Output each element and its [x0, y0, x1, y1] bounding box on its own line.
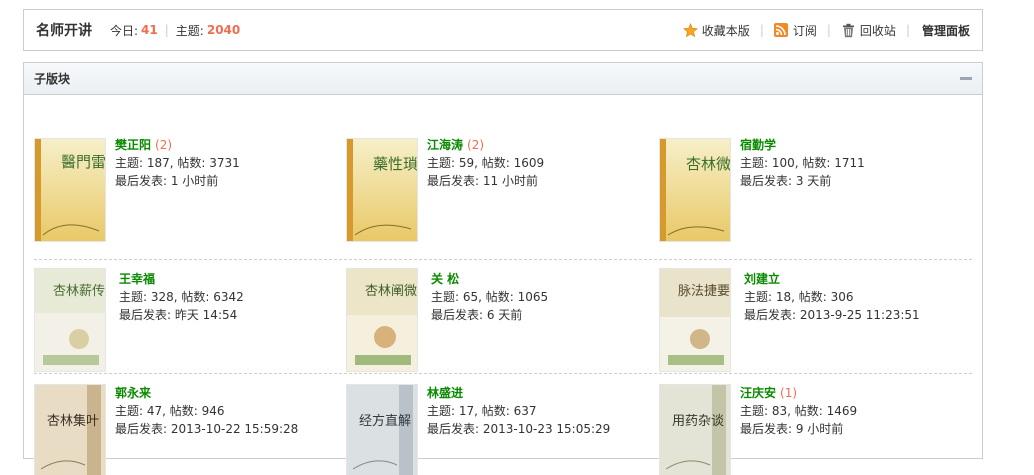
- subforum-info: 汪庆安 (1) 主题: 83, 帖数: 1469 最后发表: 9 小时前: [740, 384, 857, 438]
- forum-name-link[interactable]: 王幸福: [119, 272, 155, 286]
- action-divider: |: [905, 23, 910, 37]
- forum-name-link[interactable]: 江海涛: [427, 138, 463, 152]
- forum-stats: 主题: 187, 帖数: 3731: [115, 156, 240, 170]
- cover-title: 杏林微探: [686, 155, 731, 173]
- last-post[interactable]: 最后发表: 11 小时前: [427, 172, 544, 190]
- forum-cover-image[interactable]: 用药杂谈: [659, 384, 731, 475]
- forum-name-link[interactable]: 关 松: [431, 272, 459, 286]
- last-post[interactable]: 最后发表: 6 天前: [431, 306, 548, 324]
- forum-name-link[interactable]: 汪庆安: [740, 386, 776, 400]
- topics-label: 主题:: [175, 23, 204, 38]
- last-post[interactable]: 最后发表: 2013-10-22 15:59:28: [115, 420, 298, 438]
- panel-header: 子版块: [24, 63, 982, 95]
- forum-stats: 主题: 17, 帖数: 637: [427, 404, 537, 418]
- subforum-info: 刘建立 主题: 18, 帖数: 306 最后发表: 2013-9-25 11:2…: [744, 270, 920, 324]
- forum-name-link[interactable]: 宿勤学: [740, 138, 776, 152]
- collapse-toggle-icon[interactable]: [960, 77, 972, 80]
- cover-title: 杏林集叶: [47, 413, 99, 429]
- subforum-row: 杏林薪传 王幸福 主题: 328, 帖数: 6342 最后发表: 昨天 14:5…: [34, 259, 972, 377]
- subforum-info: 林盛进 主题: 17, 帖数: 637 最后发表: 2013-10-23 15:…: [427, 384, 610, 438]
- favorite-button[interactable]: 收藏本版: [682, 22, 750, 39]
- forum-name-link[interactable]: 樊正阳: [115, 138, 151, 152]
- forum-cover-image[interactable]: 杏林薪传: [34, 268, 106, 372]
- today-count: 41: [141, 23, 158, 37]
- forum-name-link[interactable]: 林盛进: [427, 386, 463, 400]
- subforum-info: 郭永来 主题: 47, 帖数: 946 最后发表: 2013-10-22 15:…: [115, 384, 298, 438]
- forum-stats: 主题: 100, 帖数: 1711: [740, 156, 865, 170]
- cover-title: 藥性瑣談: [373, 155, 418, 173]
- forum-cover-image[interactable]: 藥性瑣談: [346, 138, 418, 242]
- trash-icon: [841, 23, 856, 38]
- today-label: 今日:: [110, 23, 139, 38]
- last-post[interactable]: 最后发表: 3 天前: [740, 172, 865, 190]
- forum-title: 名师开讲: [36, 23, 92, 39]
- subforum-row: 醫門雷眼 樊正阳 (2) 主题: 187, 帖数: 3731 最后发表: 1 小时…: [34, 136, 972, 254]
- forum-cover-image[interactable]: 杏林阐微: [346, 268, 418, 372]
- cover-title: 经方直解: [359, 413, 411, 429]
- last-post[interactable]: 最后发表: 昨天 14:54: [119, 306, 244, 324]
- forum-header: 名师开讲 今日: 41 | 主题: 2040 收藏本版 | 订阅 | 回收站 |…: [23, 9, 983, 51]
- cover-title: 用药杂谈: [672, 414, 724, 429]
- subforum-info: 宿勤学 主题: 100, 帖数: 1711 最后发表: 3 天前: [740, 136, 865, 190]
- recycle-bin-label: 回收站: [859, 23, 896, 38]
- subforum-panel: 子版块 醫門雷眼 樊正阳 (2) 主题: 187, 帖数: 3731: [23, 62, 983, 475]
- forum-stats: 主题: 83, 帖数: 1469: [740, 404, 858, 418]
- cover-title: 杏林薪传: [53, 284, 105, 299]
- last-post[interactable]: 最后发表: 2013-10-23 15:05:29: [427, 420, 610, 438]
- star-icon: [682, 22, 698, 38]
- forum-name-link[interactable]: 郭永来: [115, 386, 151, 400]
- subforum-info: 樊正阳 (2) 主题: 187, 帖数: 3731 最后发表: 1 小时前: [115, 136, 240, 190]
- panel-title: 子版块: [34, 72, 71, 86]
- forum-cover-image[interactable]: 杏林微探: [659, 138, 731, 242]
- subforum-info: 关 松 主题: 65, 帖数: 1065 最后发表: 6 天前: [431, 270, 548, 324]
- forum-name-link[interactable]: 刘建立: [744, 272, 780, 286]
- favorite-label: 收藏本版: [701, 23, 750, 38]
- forum-cover-image[interactable]: 杏林集叶: [34, 384, 106, 475]
- subforum-row: 杏林集叶 郭永来 主题: 47, 帖数: 946 最后发表: 2013-10-2…: [34, 373, 972, 475]
- cover-title: 醫門雷眼: [61, 153, 106, 171]
- forum-stats: 主题: 47, 帖数: 946: [115, 404, 225, 418]
- cover-title: 杏林阐微: [365, 284, 417, 299]
- today-posts-badge: (2): [155, 138, 173, 152]
- manage-panel-link[interactable]: 管理面板: [922, 22, 970, 39]
- action-divider: |: [826, 23, 831, 37]
- rss-button[interactable]: 订阅: [774, 22, 817, 39]
- forum-stats: 主题: 18, 帖数: 306: [744, 290, 854, 304]
- last-post[interactable]: 最后发表: 9 小时前: [740, 420, 857, 438]
- forum-cover-image[interactable]: 醫門雷眼: [34, 138, 106, 242]
- forum-stats: 主题: 59, 帖数: 1609: [427, 156, 545, 170]
- forum-stats: 主题: 65, 帖数: 1065: [431, 290, 549, 304]
- last-post[interactable]: 最后发表: 2013-9-25 11:23:51: [744, 306, 920, 324]
- topics-count: 2040: [206, 23, 241, 37]
- rss-icon: [774, 23, 789, 38]
- subforum-info: 江海涛 (2) 主题: 59, 帖数: 1609 最后发表: 11 小时前: [427, 136, 544, 190]
- recycle-bin-button[interactable]: 回收站: [841, 22, 896, 39]
- cover-title: 脉法捷要: [678, 284, 730, 299]
- forum-cover-image[interactable]: 脉法捷要: [659, 268, 731, 372]
- subforum-info: 王幸福 主题: 328, 帖数: 6342 最后发表: 昨天 14:54: [119, 270, 244, 324]
- last-post[interactable]: 最后发表: 1 小时前: [115, 172, 240, 190]
- today-posts-badge: (2): [467, 138, 485, 152]
- forum-cover-image[interactable]: 经方直解: [346, 384, 418, 475]
- header-actions: 收藏本版 | 订阅 | 回收站 | 管理面板: [673, 22, 970, 39]
- action-divider: |: [759, 23, 764, 37]
- forum-stats: 主题: 328, 帖数: 6342: [119, 290, 244, 304]
- stat-divider: |: [164, 23, 169, 37]
- today-posts-badge: (1): [780, 386, 798, 400]
- rss-label: 订阅: [792, 23, 817, 38]
